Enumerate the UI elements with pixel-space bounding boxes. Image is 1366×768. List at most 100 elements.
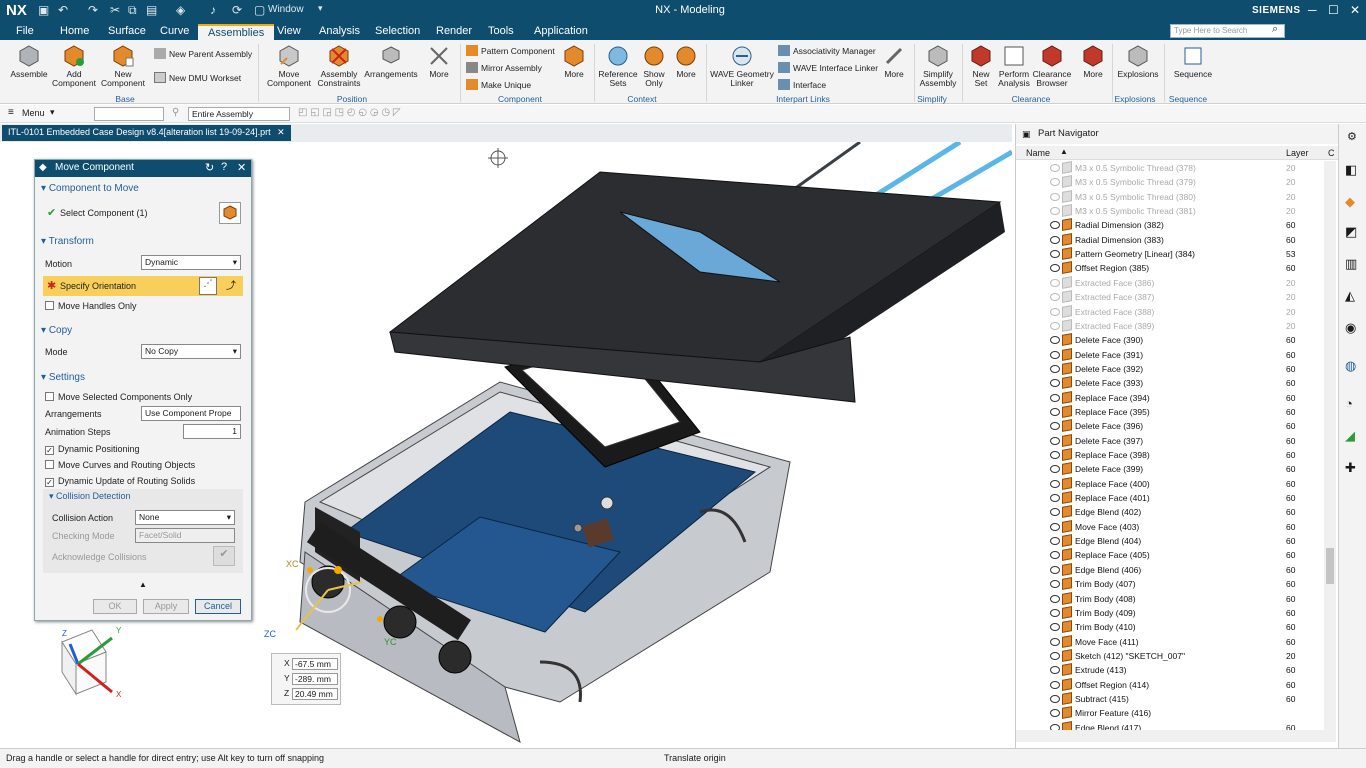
visibility-eye-icon[interactable] <box>1050 637 1060 646</box>
table-row[interactable]: M3 x 0.5 Symbolic Thread (381) 20 <box>1016 204 1326 218</box>
visibility-eye-icon[interactable] <box>1050 321 1060 330</box>
visibility-eye-icon[interactable] <box>1050 207 1060 216</box>
cut-icon[interactable]: ✂ <box>110 3 120 17</box>
history-icon[interactable]: ◍ <box>1345 358 1356 374</box>
select-component-label[interactable]: Select Component (1) <box>60 208 148 218</box>
table-row[interactable]: Delete Face (393) 60 <box>1016 376 1326 390</box>
visibility-eye-icon[interactable] <box>1050 393 1060 402</box>
motion-dropdown[interactable]: Dynamic ▾ <box>141 255 241 270</box>
show-only-button[interactable]: Show Only <box>640 44 668 88</box>
table-row[interactable]: Replace Face (395) 60 <box>1016 405 1326 419</box>
mode-dropdown[interactable]: No Copy ▾ <box>141 344 241 359</box>
table-row[interactable]: Extrude (413) 60 <box>1016 663 1326 677</box>
tab-assemblies[interactable]: Assemblies <box>198 24 275 40</box>
visibility-eye-icon[interactable] <box>1050 680 1060 689</box>
table-row[interactable]: Delete Face (391) 60 <box>1016 347 1326 362</box>
paste-icon[interactable]: ▤ <box>146 3 157 17</box>
table-row[interactable]: M3 x 0.5 Symbolic Thread (379) 20 <box>1016 175 1326 189</box>
visibility-eye-icon[interactable] <box>1050 465 1060 474</box>
command-finder-icon[interactable]: ◈ <box>176 3 185 17</box>
table-row[interactable]: Trim Body (407) 60 <box>1016 577 1326 591</box>
search-icon[interactable]: ⌕ <box>1272 23 1278 36</box>
snap-icon[interactable]: ◰ ◱ ◲ ◳ ◴ ◵ ◶ ◷ ◸ <box>298 107 401 118</box>
tab-render[interactable]: Render <box>426 24 482 40</box>
point-dialog-button[interactable]: ⋰ <box>199 277 217 295</box>
cancel-button[interactable]: Cancel <box>195 599 241 614</box>
section-component-to-move[interactable]: ▾ Component to Move <box>41 183 139 194</box>
tab-curve[interactable]: Curve <box>150 24 199 40</box>
visibility-eye-icon[interactable] <box>1050 623 1060 632</box>
arrangements-button[interactable]: Arrangements <box>364 44 418 79</box>
interpart-more-button[interactable]: More <box>880 44 908 79</box>
chevron-down-icon[interactable]: ▾ <box>318 3 323 14</box>
visibility-eye-icon[interactable] <box>1050 651 1060 660</box>
table-row[interactable]: M3 x 0.5 Symbolic Thread (380) 20 <box>1016 189 1326 204</box>
document-tab[interactable]: ITL-0101 Embedded Case Design v8.4[alter… <box>2 125 291 141</box>
visibility-eye-icon[interactable] <box>1050 594 1060 603</box>
add-component-button[interactable]: Add Component <box>52 44 96 88</box>
collision-action-dropdown[interactable]: None ▾ <box>135 510 235 525</box>
visibility-eye-icon[interactable] <box>1050 494 1060 503</box>
apply-button[interactable]: Apply <box>143 599 189 614</box>
simplify-assembly-button[interactable]: Simplify Assembly <box>918 44 958 88</box>
type-filter-dropdown[interactable] <box>94 107 164 121</box>
reset-icon[interactable]: ↻ <box>205 161 214 174</box>
reuse-library-icon[interactable]: ▥ <box>1345 256 1357 272</box>
table-row[interactable]: Sketch (412) "SKETCH_007" 20 <box>1016 649 1326 663</box>
table-row[interactable]: Extracted Face (388) 20 <box>1016 304 1326 319</box>
undo-icon[interactable]: ↶ <box>58 3 68 17</box>
table-row[interactable]: M3 x 0.5 Symbolic Thread (378) 20 <box>1016 161 1326 175</box>
web-browser-icon[interactable]: ◉ <box>1345 320 1356 336</box>
table-row[interactable]: Trim Body (410) 60 <box>1016 620 1326 634</box>
visibility-eye-icon[interactable] <box>1050 666 1060 675</box>
mirror-assembly-button[interactable]: Mirror Assembly <box>466 62 542 73</box>
table-row[interactable]: Delete Face (396) 60 <box>1016 419 1326 433</box>
table-row[interactable]: Trim Body (409) 60 <box>1016 605 1326 620</box>
visibility-eye-icon[interactable] <box>1050 278 1060 287</box>
clock-icon[interactable]: ◔ <box>1345 396 1353 411</box>
column-name[interactable]: Name <box>1026 148 1050 158</box>
section-settings[interactable]: ▾ Settings <box>41 372 85 383</box>
ok-button[interactable]: OK <box>93 599 137 614</box>
coord-y-input[interactable]: -289. mm <box>292 673 338 685</box>
new-set-button[interactable]: New Set <box>966 44 996 88</box>
visibility-eye-icon[interactable] <box>1050 537 1060 546</box>
table-row[interactable]: Extracted Face (386) 20 <box>1016 275 1326 290</box>
perform-analysis-button[interactable]: Perform Analysis <box>996 44 1032 88</box>
dynamic-update-checkbox[interactable]: ✓ Dynamic Update of Routing Solids <box>45 476 195 487</box>
visibility-eye-icon[interactable] <box>1050 522 1060 531</box>
new-dmu-workset-button[interactable]: New DMU Workset <box>154 72 241 83</box>
section-transform[interactable]: ▾ Transform <box>41 236 94 247</box>
table-row[interactable]: Radial Dimension (383) 60 <box>1016 232 1326 247</box>
move-component-button[interactable]: Move Component <box>264 44 314 88</box>
search-input[interactable]: Type Here to Search <box>1170 24 1285 38</box>
clearance-browser-button[interactable]: Clearance Browser <box>1032 44 1072 88</box>
table-row[interactable]: Move Face (411) 60 <box>1016 634 1326 649</box>
table-row[interactable]: Edge Blend (406) 60 <box>1016 562 1326 577</box>
table-row[interactable]: Replace Face (400) 60 <box>1016 476 1326 491</box>
gear-icon[interactable]: ⚙ <box>1347 130 1357 143</box>
interface-button[interactable]: Interface <box>778 79 826 90</box>
visual-analysis-icon[interactable]: ◢ <box>1345 428 1355 444</box>
sort-up-icon[interactable]: ▲ <box>1060 147 1068 156</box>
make-unique-button[interactable]: Make Unique <box>466 79 531 90</box>
table-row[interactable]: Move Face (403) 60 <box>1016 519 1326 534</box>
tab-file[interactable]: File <box>6 24 44 40</box>
help-icon[interactable]: ? <box>221 161 227 173</box>
visibility-eye-icon[interactable] <box>1050 451 1060 459</box>
visibility-eye-icon[interactable] <box>1050 336 1060 345</box>
column-layer[interactable]: Layer <box>1286 148 1309 158</box>
tools-icon[interactable]: ✚ <box>1345 460 1356 476</box>
copy-icon[interactable]: ⧉ <box>128 3 137 18</box>
visibility-eye-icon[interactable] <box>1050 221 1060 230</box>
pattern-component-button[interactable]: Pattern Component <box>466 45 555 56</box>
table-row[interactable]: Trim Body (408) 60 <box>1016 591 1326 606</box>
table-row[interactable]: Replace Face (394) 60 <box>1016 390 1326 405</box>
chevron-down-icon[interactable]: ▾ <box>50 107 55 118</box>
animation-steps-input[interactable]: 1 <box>183 424 241 439</box>
collapse-icon[interactable]: ▲ <box>139 580 147 589</box>
table-row[interactable]: Delete Face (392) 60 <box>1016 362 1326 376</box>
component-more-button[interactable]: More <box>560 44 588 79</box>
tab-surface[interactable]: Surface <box>98 24 156 40</box>
navigator-tree[interactable]: M3 x 0.5 Symbolic Thread (378) 20 M3 x 0.5… <box>1016 161 1326 731</box>
